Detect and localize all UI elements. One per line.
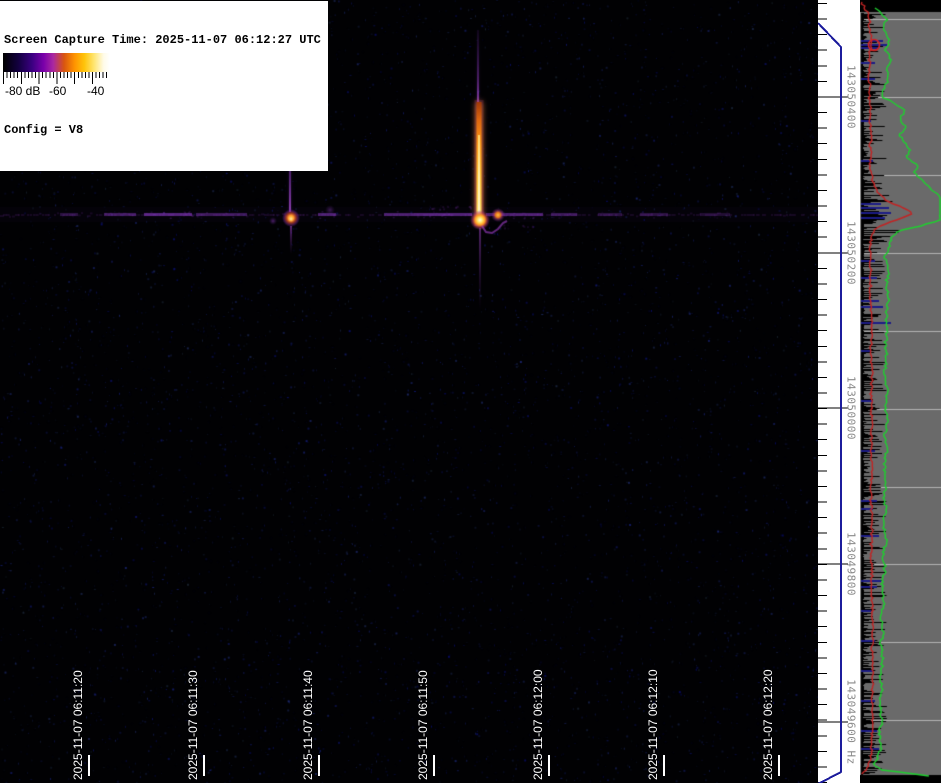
time-axis-tick	[88, 755, 90, 776]
time-axis-label: 2025-11-07 06:11:20	[71, 670, 85, 780]
frequency-axis: 143050400 143050200 143050000 143049800 1430…	[818, 0, 860, 783]
time-axis-label: 2025-11-07 06:11:30	[186, 670, 200, 780]
time-axis-label: 2025-11-07 06:12:20	[761, 669, 775, 780]
color-scale-ruler	[3, 72, 110, 84]
time-axis-tick	[663, 755, 665, 776]
time-axis-tick	[433, 755, 435, 776]
scale-label-min: -80 dB	[5, 84, 40, 98]
time-axis-tick	[318, 755, 320, 776]
time-axis-label: 2025-11-07 06:11:40	[301, 670, 315, 780]
freq-axis-label: 143049600 Hz	[845, 679, 858, 764]
spectrum-panel-canvas	[860, 0, 941, 783]
capture-time-text: Screen Capture Time: 2025-11-07 06:12:27…	[4, 33, 321, 48]
freq-axis-label: 143049800	[845, 532, 858, 596]
config-text: Config = V8	[4, 123, 321, 138]
time-axis-label: 2025-11-07 06:11:50	[416, 670, 430, 780]
color-scale-legend: -80 dB -60 -40	[3, 53, 110, 101]
color-scale-gradient-bar	[3, 53, 110, 72]
time-axis-label: 2025-11-07 06:12:00	[531, 669, 545, 780]
freq-axis-label: 143050200	[845, 221, 858, 285]
spectrum-lab-screen-capture: Screen Capture Time: 2025-11-07 06:12:27…	[0, 0, 941, 783]
freq-axis-label: 143050400	[845, 65, 858, 129]
color-scale-labels: -80 dB -60 -40	[3, 84, 110, 101]
time-axis-label: 2025-11-07 06:12:10	[646, 669, 660, 780]
freq-axis-label: 143050000	[845, 376, 858, 440]
time-axis-tick	[778, 755, 780, 776]
time-axis-tick	[203, 755, 205, 776]
time-axis-tick	[548, 755, 550, 776]
scale-label-max: -40	[87, 84, 104, 98]
scale-label-mid: -60	[49, 84, 66, 98]
